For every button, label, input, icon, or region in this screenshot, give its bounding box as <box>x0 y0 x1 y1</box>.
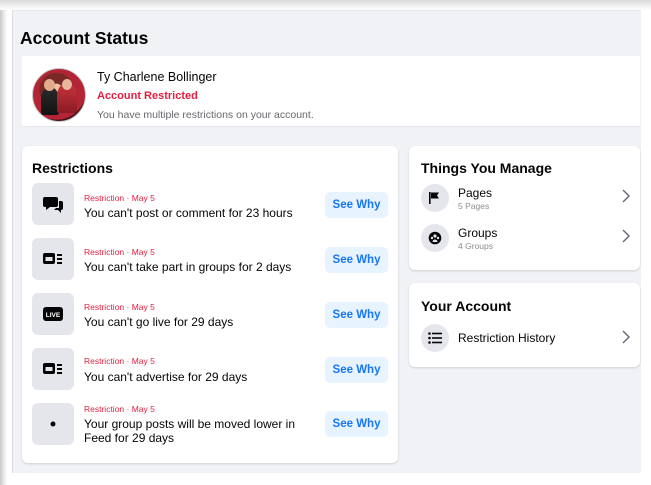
window-shadow-left <box>0 0 8 485</box>
manage-item-label: Pages <box>458 186 493 200</box>
account-name: Ty Charlene Bollinger <box>97 70 217 84</box>
group-feed-icon <box>32 238 74 280</box>
restriction-meta: Restriction · May 5 <box>84 356 155 366</box>
see-why-button[interactable]: See Why <box>325 302 388 328</box>
groups-icon <box>421 224 449 252</box>
things-you-manage-title: Things You Manage <box>421 160 552 176</box>
restriction-text: You can't advertise for 29 days <box>84 370 248 384</box>
list-icon <box>421 324 449 352</box>
account-status: Account Restricted <box>97 90 198 102</box>
your-account-title: Your Account <box>421 298 512 314</box>
manage-item-count: 4 Groups <box>458 241 493 251</box>
svg-text:LIVE: LIVE <box>46 312 61 319</box>
see-why-button[interactable]: See Why <box>325 357 388 383</box>
restriction-text: You can't post or comment for 23 hours <box>84 206 293 220</box>
comment-icon <box>32 183 74 225</box>
avatar-face-right <box>62 79 72 90</box>
restriction-text: You can't go live for 29 days <box>84 315 234 329</box>
restrictions-title: Restrictions <box>32 160 113 176</box>
chevron-right-icon <box>622 330 630 344</box>
manage-item-count: 5 Pages <box>458 201 490 211</box>
restriction-text: You can't take part in groups for 2 days <box>84 260 292 274</box>
see-why-button[interactable]: See Why <box>325 411 388 437</box>
account-status-description: You have multiple restrictions on your a… <box>97 109 314 121</box>
see-why-button[interactable]: See Why <box>325 247 388 273</box>
restriction-text: Your group posts will be moved lower in … <box>84 417 296 445</box>
live-icon: LIVE <box>32 293 74 335</box>
dot-icon <box>32 403 74 445</box>
manage-item-label: Groups <box>458 226 498 240</box>
restriction-meta: Restriction · May 5 <box>84 404 155 414</box>
flag-icon <box>421 184 449 212</box>
avatar[interactable] <box>32 68 86 122</box>
chevron-right-icon <box>622 229 630 243</box>
avatar-face-left <box>44 79 55 91</box>
your-account-card <box>409 283 640 367</box>
ad-icon <box>32 348 74 390</box>
window-shadow-top <box>0 0 651 10</box>
restriction-history-label: Restriction History <box>458 331 556 345</box>
restriction-meta: Restriction · May 5 <box>84 193 155 203</box>
restriction-meta: Restriction · May 5 <box>84 302 155 312</box>
chevron-right-icon <box>622 189 630 203</box>
see-why-button[interactable]: See Why <box>325 192 388 218</box>
page-title: Account Status <box>20 28 149 48</box>
restriction-meta: Restriction · May 5 <box>84 247 155 257</box>
